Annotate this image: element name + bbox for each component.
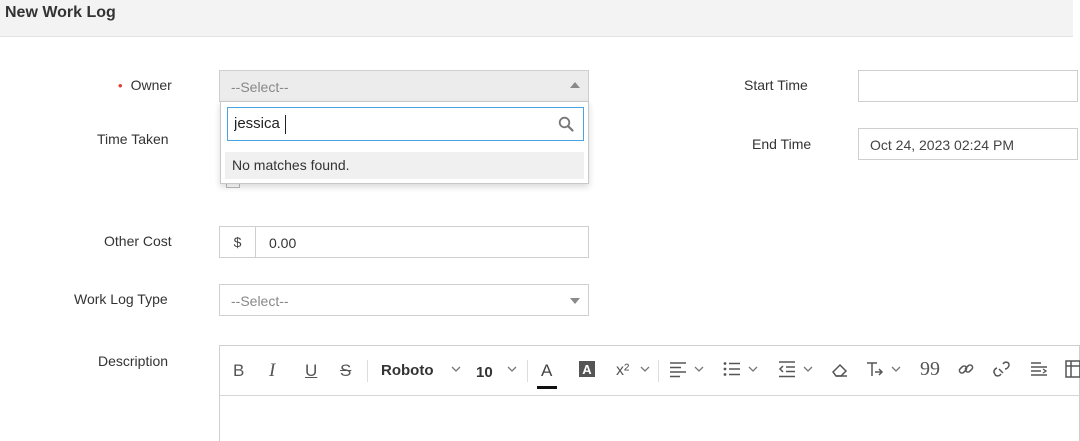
svg-text:A: A bbox=[582, 362, 592, 377]
align-icon[interactable] bbox=[669, 360, 687, 382]
italic-button[interactable]: I bbox=[269, 360, 275, 382]
chevron-up-icon bbox=[570, 82, 580, 88]
owner-select[interactable]: --Select-- bbox=[219, 70, 589, 102]
font-color-indicator bbox=[537, 386, 557, 389]
link-icon[interactable] bbox=[957, 360, 975, 382]
end-time-value: Oct 24, 2023 02:24 PM bbox=[870, 137, 1014, 153]
owner-label: • Owner bbox=[118, 77, 172, 93]
description-editor[interactable]: B I U S Roboto 10 A A x² 99 bbox=[219, 345, 1080, 441]
owner-dropdown: No matches found. bbox=[220, 101, 589, 184]
eraser-icon[interactable] bbox=[831, 360, 849, 382]
other-cost-label: Other Cost bbox=[104, 233, 172, 249]
work-log-type-select[interactable]: --Select-- bbox=[219, 284, 589, 316]
chevron-down-icon[interactable] bbox=[639, 363, 651, 375]
text-direction-icon[interactable] bbox=[865, 360, 883, 382]
quote-icon[interactable]: 99 bbox=[920, 360, 940, 382]
owner-search-box[interactable] bbox=[227, 107, 584, 141]
chevron-down-icon[interactable] bbox=[802, 363, 814, 375]
font-color-button[interactable]: A bbox=[541, 360, 552, 382]
other-cost-value: 0.00 bbox=[269, 235, 297, 251]
page-title: New Work Log bbox=[5, 4, 116, 21]
currency-symbol: $ bbox=[220, 227, 256, 257]
start-time-label: Start Time bbox=[744, 77, 808, 93]
chevron-down-icon[interactable] bbox=[450, 363, 462, 375]
start-time-input[interactable] bbox=[858, 70, 1078, 102]
work-log-type-value: --Select-- bbox=[231, 293, 289, 309]
chevron-down-icon bbox=[570, 298, 580, 304]
superscript-button[interactable]: x² bbox=[616, 360, 629, 382]
chevron-down-icon[interactable] bbox=[506, 363, 518, 375]
svg-text:99: 99 bbox=[920, 360, 940, 378]
underline-button[interactable]: U bbox=[305, 360, 317, 382]
toolbar-divider bbox=[367, 360, 368, 382]
table-icon[interactable] bbox=[1065, 360, 1080, 382]
strikethrough-line-icon[interactable] bbox=[1030, 360, 1048, 382]
bullet-list-icon[interactable] bbox=[723, 360, 741, 382]
owner-search-input[interactable] bbox=[234, 115, 544, 132]
no-matches-item: No matches found. bbox=[225, 152, 584, 179]
chevron-down-icon[interactable] bbox=[747, 363, 759, 375]
page-header: New Work Log bbox=[0, 0, 1073, 37]
highlight-button[interactable]: A bbox=[578, 360, 596, 382]
search-icon bbox=[558, 116, 574, 132]
font-family-select[interactable]: Roboto bbox=[381, 360, 433, 382]
owner-select-value: --Select-- bbox=[231, 79, 289, 95]
other-cost-field[interactable]: $ 0.00 bbox=[219, 226, 589, 258]
end-time-input[interactable]: Oct 24, 2023 02:24 PM bbox=[858, 128, 1078, 160]
outdent-icon[interactable] bbox=[778, 360, 796, 382]
toolbar-divider bbox=[658, 360, 659, 382]
time-taken-label: Time Taken bbox=[97, 131, 169, 147]
description-label: Description bbox=[98, 353, 169, 369]
chevron-down-icon[interactable] bbox=[693, 363, 705, 375]
font-size-select[interactable]: 10 bbox=[476, 362, 493, 384]
editor-toolbar: B I U S Roboto 10 A A x² 99 bbox=[220, 346, 1080, 396]
chevron-down-icon[interactable] bbox=[890, 363, 902, 375]
no-matches-text: No matches found. bbox=[232, 157, 350, 173]
required-marker: • bbox=[118, 78, 123, 93]
toolbar-divider bbox=[527, 360, 528, 382]
text-cursor bbox=[285, 115, 286, 134]
bold-button[interactable]: B bbox=[233, 360, 244, 382]
work-log-type-label: Work Log Type bbox=[74, 291, 168, 307]
end-time-label: End Time bbox=[752, 136, 812, 152]
strikethrough-button[interactable]: S bbox=[340, 360, 351, 382]
unlink-icon[interactable] bbox=[992, 360, 1012, 382]
